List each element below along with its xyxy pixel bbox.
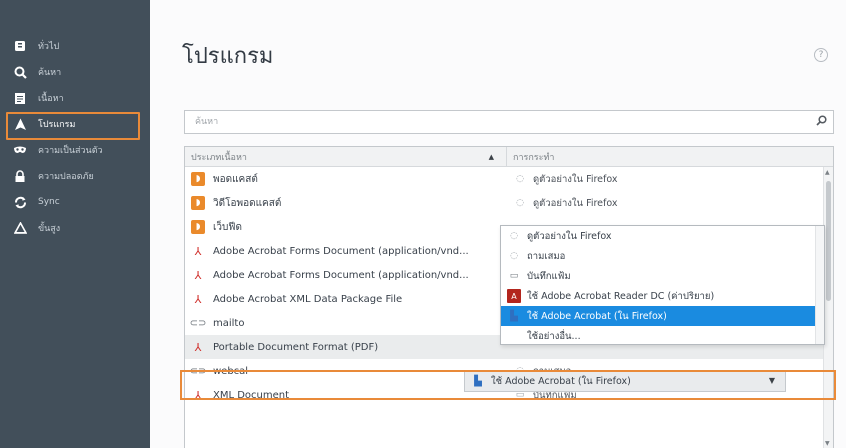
lock-icon bbox=[12, 168, 28, 184]
sort-ascending-icon: ▲ bbox=[488, 152, 494, 161]
pdf-icon: ⅄ bbox=[194, 340, 202, 354]
row-type-label: พอดแคสต์ bbox=[213, 173, 258, 185]
sync-icon bbox=[12, 194, 28, 210]
sidebar-item-content[interactable]: เนื้อหา bbox=[0, 86, 150, 110]
chevron-down-icon: ▼ bbox=[768, 376, 775, 385]
help-icon[interactable]: ? bbox=[814, 48, 828, 62]
preview-icon: ◌ bbox=[510, 231, 518, 241]
main-content: โปรแกรม ? ประเภทเนื้อหา ▲ การกระทำ ◗ พอดแ… bbox=[150, 0, 846, 448]
row-type-label: mailto bbox=[213, 317, 245, 329]
applications-icon bbox=[12, 116, 28, 132]
option-label: ถามเสมอ bbox=[527, 250, 566, 262]
row-type-label: XML Document bbox=[213, 389, 290, 401]
action-dropdown-list: ◌ ดูตัวอย่างใน Firefox ◌ ถามเสมอ ▭ บันทึ… bbox=[500, 225, 825, 345]
option-label: ใช้ Adobe Acrobat (ใน Firefox) bbox=[527, 310, 667, 322]
general-icon bbox=[12, 38, 28, 54]
row-type-label: Adobe Acrobat XML Data Package File bbox=[213, 293, 403, 305]
sidebar-item-label: ความปลอดภัย bbox=[38, 172, 94, 182]
pdf-icon: ⅄ bbox=[194, 268, 202, 282]
acrobat-reader-icon: A bbox=[507, 289, 521, 303]
option-label: ใช้อย่างอื่น... bbox=[527, 330, 581, 342]
pdf-icon: ⅄ bbox=[194, 388, 202, 402]
sidebar-item-privacy[interactable]: ความเป็นส่วนตัว bbox=[0, 138, 150, 162]
row-type-label: เว็บฟีด bbox=[213, 221, 242, 233]
search-icon[interactable] bbox=[816, 115, 827, 129]
dropdown-option-save-file[interactable]: ▭ บันทึกแฟ้ม bbox=[501, 266, 824, 286]
link-icon: ⊂⊃ bbox=[189, 317, 207, 329]
advanced-icon bbox=[12, 220, 28, 236]
scroll-up-icon[interactable]: ▲ bbox=[825, 169, 830, 176]
row-action-label: ดูตัวอย่างใน Firefox bbox=[533, 173, 618, 185]
sidebar-item-security[interactable]: ความปลอดภัย bbox=[0, 164, 150, 188]
column-header-label: การกระทำ bbox=[513, 152, 555, 163]
dropdown-option-use-other[interactable]: ใช้อย่างอื่น... bbox=[501, 326, 824, 346]
row-action-label: ดูตัวอย่างใน Firefox bbox=[533, 197, 618, 209]
sidebar-item-general[interactable]: ทั่วไป bbox=[0, 34, 150, 58]
dropdown-option-acrobat-firefox[interactable]: ▙ ใช้ Adobe Acrobat (ใน Firefox) bbox=[501, 306, 824, 326]
row-type-label: webcal bbox=[213, 365, 249, 377]
ask-icon: ◌ bbox=[510, 251, 518, 261]
search-icon bbox=[12, 64, 28, 80]
dropdown-option-preview[interactable]: ◌ ดูตัวอย่างใน Firefox bbox=[501, 226, 824, 246]
table-row[interactable]: ◗ วิดีโอพอดแคสต์ ◌ ดูตัวอย่างใน Firefox bbox=[185, 191, 833, 215]
preview-icon: ◌ bbox=[516, 198, 524, 208]
sidebar-item-label: ทั่วไป bbox=[38, 42, 60, 52]
search-input[interactable] bbox=[193, 116, 793, 128]
select-value: ใช้ Adobe Acrobat (ใน Firefox) bbox=[491, 375, 631, 387]
column-header-content-type[interactable]: ประเภทเนื้อหา ▲ bbox=[185, 147, 507, 166]
row-type-label: วิดีโอพอดแคสต์ bbox=[213, 197, 282, 209]
dropdown-option-acrobat-reader[interactable]: A ใช้ Adobe Acrobat Reader DC (ค่าปริยาย… bbox=[501, 286, 824, 306]
acrobat-icon: ▙ bbox=[474, 375, 482, 387]
content-icon bbox=[12, 90, 28, 106]
sidebar-item-label: ความเป็นส่วนตัว bbox=[38, 146, 103, 156]
row-type-label: Adobe Acrobat Forms Document (applicatio… bbox=[213, 245, 469, 257]
option-label: ดูตัวอย่างใน Firefox bbox=[527, 230, 612, 242]
sidebar-item-label: ค้นหา bbox=[38, 68, 62, 78]
privacy-mask-icon bbox=[12, 142, 28, 158]
page-title: โปรแกรม bbox=[182, 44, 274, 69]
rss-icon: ◗ bbox=[191, 196, 205, 210]
sidebar: ทั่วไป ค้นหา เนื้อหา โปรแกรม ความเป็นส่ว… bbox=[0, 0, 150, 448]
search-box bbox=[184, 110, 834, 134]
dropdown-scrollbar[interactable] bbox=[815, 226, 824, 344]
preview-icon: ◌ bbox=[516, 174, 524, 184]
sidebar-item-advanced[interactable]: ขั้นสูง bbox=[0, 216, 150, 240]
sidebar-item-search[interactable]: ค้นหา bbox=[0, 60, 150, 84]
sidebar-item-label: ขั้นสูง bbox=[38, 224, 61, 234]
table-row[interactable]: ◗ พอดแคสต์ ◌ ดูตัวอย่างใน Firefox bbox=[185, 167, 833, 191]
save-file-icon: ▭ bbox=[509, 271, 519, 281]
pdf-icon: ⅄ bbox=[194, 292, 202, 306]
dropdown-option-always-ask[interactable]: ◌ ถามเสมอ bbox=[501, 246, 824, 266]
sidebar-item-label: เนื้อหา bbox=[38, 94, 64, 104]
column-header-label: ประเภทเนื้อหา bbox=[191, 152, 247, 163]
row-type-label: Adobe Acrobat Forms Document (applicatio… bbox=[213, 269, 469, 281]
rss-icon: ◗ bbox=[191, 220, 205, 234]
scroll-down-icon[interactable]: ▼ bbox=[825, 440, 830, 447]
pdf-icon: ⅄ bbox=[194, 244, 202, 258]
rss-icon: ◗ bbox=[191, 172, 205, 186]
column-header-action[interactable]: การกระทำ bbox=[507, 147, 833, 166]
sidebar-item-applications[interactable]: โปรแกรม bbox=[0, 112, 150, 140]
table-header: ประเภทเนื้อหา ▲ การกระทำ bbox=[185, 147, 833, 167]
row-type-label: Portable Document Format (PDF) bbox=[213, 341, 379, 353]
sidebar-item-label: Sync bbox=[38, 197, 60, 207]
option-label: ใช้ Adobe Acrobat Reader DC (ค่าปริยาย) bbox=[527, 290, 715, 302]
acrobat-icon: ▙ bbox=[510, 310, 518, 322]
option-label: บันทึกแฟ้ม bbox=[527, 270, 571, 282]
sidebar-item-sync[interactable]: Sync bbox=[0, 190, 150, 214]
scrollbar-thumb[interactable] bbox=[826, 181, 831, 301]
link-icon: ⊂⊃ bbox=[189, 365, 207, 377]
pdf-action-select[interactable]: ▙ ใช้ Adobe Acrobat (ใน Firefox) ▼ bbox=[464, 370, 786, 392]
sidebar-item-label: โปรแกรม bbox=[38, 120, 76, 130]
